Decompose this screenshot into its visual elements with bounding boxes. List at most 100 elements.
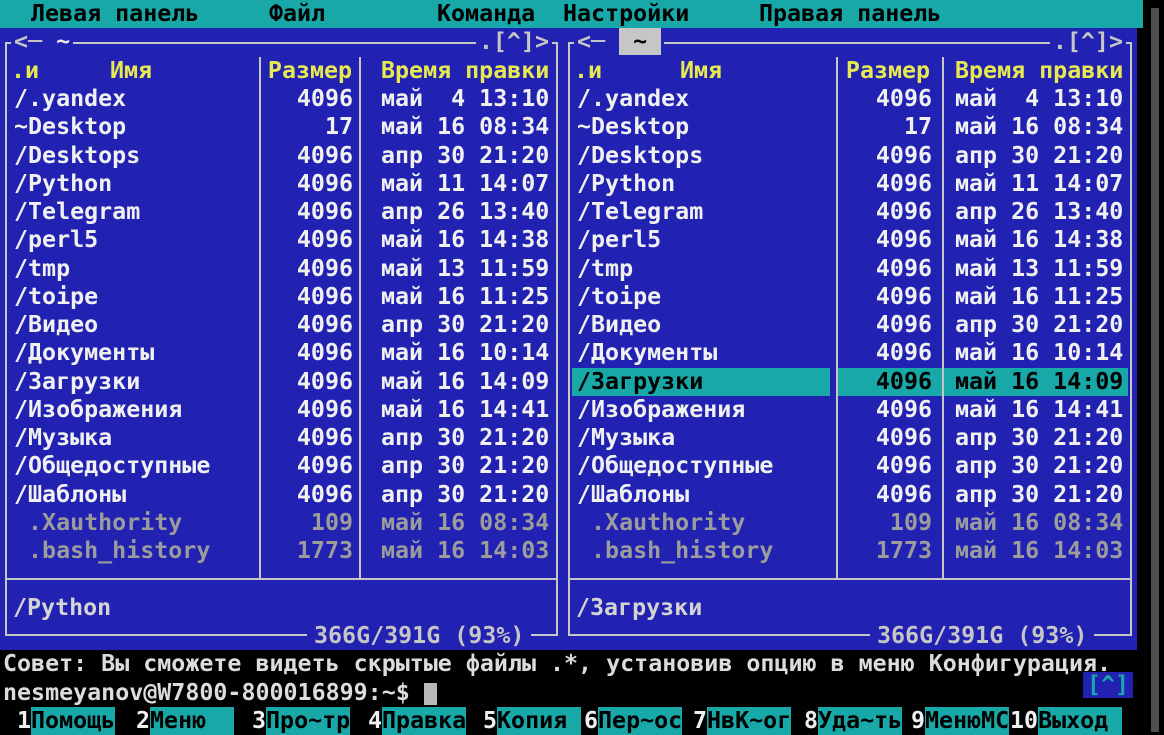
file-row[interactable]: /Общедоступные 4096 апр 30 21:20	[570, 452, 1130, 480]
file-row[interactable]: .bash_history 1773 май 16 14:03	[7, 537, 556, 565]
terminal-scrollbar[interactable]	[1151, 8, 1159, 732]
column-header-size[interactable]: Размер	[844, 57, 932, 85]
file-name: .bash_history	[9, 537, 253, 565]
file-size: 4096	[267, 339, 353, 367]
file-row[interactable]: .Xauthority 109 май 16 08:34	[7, 509, 556, 537]
file-row[interactable]: /Музыка 4096 апр 30 21:20	[7, 424, 556, 452]
file-row[interactable]: /Загрузки 4096 май 16 14:09	[7, 368, 556, 396]
file-mtime: май 16 14:03	[361, 537, 554, 565]
file-row[interactable]: /Изображения 4096 май 16 14:41	[570, 396, 1130, 424]
file-row[interactable]: /Загрузки 4096 май 16 14:09	[570, 368, 1130, 396]
fkey-number: 6	[584, 707, 598, 735]
file-panel-right: <─ ~ .[^]> .и Имя Размер Время правки /.…	[568, 42, 1132, 636]
file-row[interactable]: /tmp 4096 май 13 11:59	[7, 255, 556, 283]
file-row[interactable]: /Видео 4096 апр 30 21:20	[570, 311, 1130, 339]
history-back-icon[interactable]: <─	[577, 28, 605, 55]
fkey-f8[interactable]: 8Уда~ть	[804, 707, 902, 735]
file-mtime: апр 30 21:20	[361, 142, 554, 170]
file-row[interactable]: .Xauthority 109 май 16 08:34	[570, 509, 1130, 537]
file-size: 4096	[267, 85, 353, 113]
file-row[interactable]: /Шаблоны 4096 апр 30 21:20	[7, 481, 556, 509]
column-separator	[836, 57, 838, 580]
fkey-f1[interactable]: 1Помощь	[17, 707, 115, 735]
fkey-f4[interactable]: 4Правка	[368, 707, 466, 735]
panel-left-path-header[interactable]: <─ ~	[11, 28, 73, 56]
menu-options[interactable]: Настройки	[563, 0, 689, 28]
file-row[interactable]: /Telegram 4096 апр 26 13:40	[7, 198, 556, 226]
file-name: /Музыка	[572, 424, 830, 452]
fkey-number: 1	[17, 707, 31, 735]
file-mtime: май 16 11:25	[361, 283, 554, 311]
file-row[interactable]: ~Desktop 17 май 16 08:34	[570, 113, 1130, 141]
file-name: .Xauthority	[9, 509, 253, 537]
fkey-f9[interactable]: 9МенюМС	[911, 707, 1009, 735]
fkey-f2[interactable]: 2Меню	[136, 707, 234, 735]
file-row[interactable]: /Изображения 4096 май 16 14:41	[7, 396, 556, 424]
fkey-f7[interactable]: 7НвК~ог	[693, 707, 791, 735]
file-name: /tmp	[572, 255, 830, 283]
file-size: 4096	[267, 198, 353, 226]
fkey-label: МенюМС	[925, 707, 1009, 735]
file-name: /.yandex	[572, 85, 830, 113]
fkey-f5[interactable]: 5Копия	[483, 707, 581, 735]
file-mtime: апр 26 13:40	[944, 198, 1128, 226]
column-header-name[interactable]: Имя	[572, 57, 830, 85]
file-row[interactable]: /Telegram 4096 апр 26 13:40	[570, 198, 1130, 226]
fkey-f3[interactable]: 3Про~тр	[252, 707, 350, 735]
file-row[interactable]: /perl5 4096 май 16 14:38	[570, 226, 1130, 254]
panel-right-corner-controls[interactable]: .[^]>	[1050, 28, 1126, 56]
menu-right-panel[interactable]: Правая панель	[759, 0, 941, 28]
mc-terminal-screen: { "colors": { "background": "#000000", "…	[0, 0, 1164, 735]
file-row[interactable]: /tmp 4096 май 13 11:59	[570, 255, 1130, 283]
file-size: 4096	[844, 311, 932, 339]
menu-left-panel[interactable]: Левая панель	[31, 0, 199, 28]
panel-toggle-badge[interactable]: [^]	[1083, 672, 1133, 698]
file-row[interactable]: /Desktops 4096 апр 30 21:20	[7, 142, 556, 170]
file-row[interactable]: /toipe 4096 май 16 11:25	[7, 283, 556, 311]
panel-left-current-path: ~	[56, 28, 70, 55]
column-header-name[interactable]: Имя	[9, 57, 253, 85]
fkey-label: Правка	[382, 707, 466, 735]
column-header-mtime[interactable]: Время правки	[361, 57, 554, 85]
panel-right-mini-status: /Загрузки	[574, 594, 702, 622]
file-row[interactable]: /Desktops 4096 апр 30 21:20	[570, 142, 1130, 170]
file-row[interactable]: /Шаблоны 4096 апр 30 21:20	[570, 481, 1130, 509]
history-back-icon[interactable]: <─	[14, 28, 42, 55]
fkey-f6[interactable]: 6Пер~ос	[584, 707, 682, 735]
panel-left-free-space: 366G/391G (93%)	[307, 622, 531, 650]
menu-command[interactable]: Команда	[437, 0, 535, 28]
panel-left-corner-controls[interactable]: .[^]>	[476, 28, 552, 56]
file-row[interactable]: /Документы 4096 май 16 10:14	[570, 339, 1130, 367]
file-mtime: апр 30 21:20	[944, 142, 1128, 170]
command-line[interactable]: nesmeyanov@W7800-800016899:~$	[3, 679, 437, 707]
menu-file[interactable]: Файл	[269, 0, 325, 28]
file-mtime: май 4 13:10	[361, 85, 554, 113]
panel-right-file-list: /.yandex 4096 май 4 13:10 ~Desktop 17 ма…	[570, 85, 1130, 566]
file-size: 4096	[844, 424, 932, 452]
file-row[interactable]: .bash_history 1773 май 16 14:03	[570, 537, 1130, 565]
file-size: 4096	[267, 368, 353, 396]
file-size: 4096	[844, 283, 932, 311]
file-row[interactable]: /toipe 4096 май 16 11:25	[570, 283, 1130, 311]
file-row[interactable]: /Python 4096 май 11 14:07	[570, 170, 1130, 198]
column-header-size[interactable]: Размер	[267, 57, 353, 85]
file-row[interactable]: /Музыка 4096 апр 30 21:20	[570, 424, 1130, 452]
file-size: 4096	[844, 142, 932, 170]
file-row[interactable]: /Python 4096 май 11 14:07	[7, 170, 556, 198]
file-size: 4096	[267, 311, 353, 339]
file-row[interactable]: /perl5 4096 май 16 14:38	[7, 226, 556, 254]
file-row[interactable]: /Общедоступные 4096 апр 30 21:20	[7, 452, 556, 480]
file-size: 17	[267, 113, 353, 141]
file-row[interactable]: /.yandex 4096 май 4 13:10	[570, 85, 1130, 113]
panel-right-path-header[interactable]: <─ ~	[574, 28, 664, 56]
file-row[interactable]: ~Desktop 17 май 16 08:34	[7, 113, 556, 141]
file-row[interactable]: /Документы 4096 май 16 10:14	[7, 339, 556, 367]
file-row[interactable]: /Видео 4096 апр 30 21:20	[7, 311, 556, 339]
panel-left-mini-status: /Python	[11, 594, 111, 622]
column-header-mtime[interactable]: Время правки	[944, 57, 1128, 85]
file-mtime: май 16 14:41	[944, 396, 1128, 424]
file-row[interactable]: /.yandex 4096 май 4 13:10	[7, 85, 556, 113]
file-name: /Загрузки	[9, 368, 253, 396]
fkey-f10[interactable]: 10Выход	[1010, 707, 1122, 735]
file-size: 4096	[844, 85, 932, 113]
